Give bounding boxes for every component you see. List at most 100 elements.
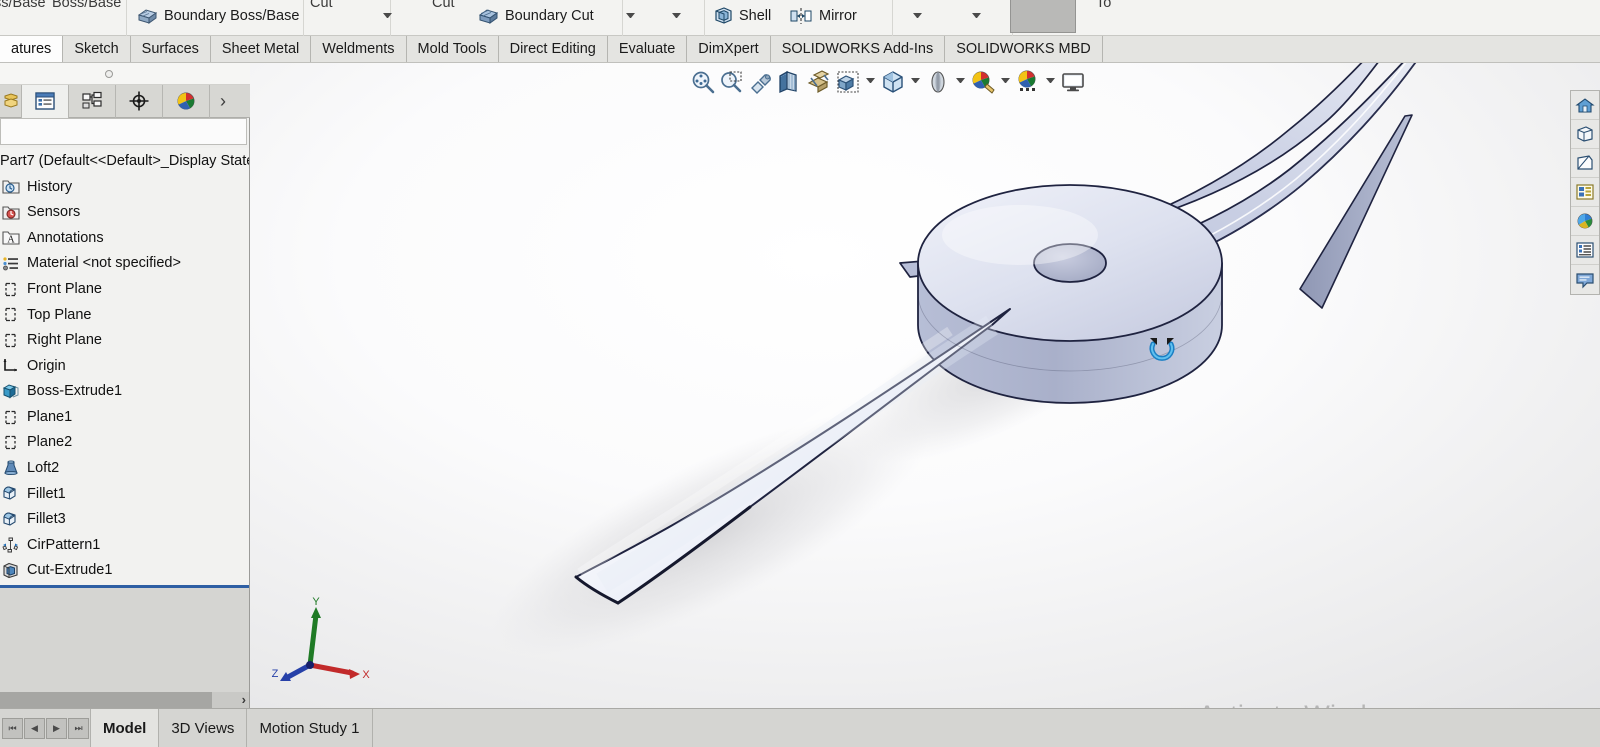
display-style-icon[interactable]: [835, 69, 861, 95]
tree-item-history-label: History: [27, 178, 73, 195]
tab-features[interactable]: atures: [0, 36, 64, 62]
display-pane-button[interactable]: [1571, 178, 1599, 207]
decals-button[interactable]: [1571, 265, 1599, 294]
tab-solidworks-mbd[interactable]: SOLIDWORKS MBD: [945, 36, 1103, 62]
tree-item-fillet1[interactable]: Fillet1: [0, 481, 249, 507]
tree-item-cut-extrude1[interactable]: Cut-Extrude1: [0, 558, 249, 584]
feature-manager-filter-input[interactable]: [0, 118, 247, 145]
section-view-icon[interactable]: [777, 69, 803, 95]
tree-item-right-plane[interactable]: Right Plane: [0, 328, 249, 354]
zoom-to-fit-icon[interactable]: [690, 69, 716, 95]
display-style-caret-icon[interactable]: [866, 78, 875, 87]
tab-surfaces-label: Surfaces: [141, 41, 199, 57]
triad-y-label: Y: [312, 596, 320, 608]
panel-tab-configuration-manager[interactable]: [69, 84, 116, 118]
property-manager-icon: [35, 92, 55, 110]
panel-tab-property-manager[interactable]: [22, 84, 69, 118]
graphics-viewport[interactable]: ◂ ▸: [250, 63, 1600, 708]
tree-item-history[interactable]: History: [0, 174, 249, 200]
bottom-tab-model[interactable]: Model: [90, 708, 159, 747]
flat-view-button[interactable]: [1571, 149, 1599, 178]
heads-up-view-toolbar: [690, 66, 1086, 98]
tree-item-boss-extrude1[interactable]: Boss-Extrude1: [0, 379, 249, 405]
model-3d-view[interactable]: [250, 63, 1600, 708]
dimxpert-manager-icon: [129, 91, 149, 111]
tab-sketch-label: Sketch: [74, 41, 119, 57]
panel-expand-chevron-icon[interactable]: ›: [220, 91, 226, 112]
ribbon-caret-5[interactable]: [972, 13, 981, 22]
scrollbar-thumb[interactable]: [0, 692, 212, 708]
ribbon-label-to: To: [1096, 0, 1112, 11]
panel-tab-display-manager[interactable]: [163, 84, 210, 118]
panel-tab-feature-tree[interactable]: [0, 84, 22, 118]
feature-tree-horizontal-scrollbar[interactable]: ›: [0, 692, 249, 708]
hide-show-caret-icon[interactable]: [911, 78, 920, 87]
status-bar-filler: [371, 708, 1600, 747]
view-settings-icon[interactable]: [1015, 69, 1041, 95]
boundary-cut-icon: [477, 6, 499, 26]
ribbon-caret-2[interactable]: [626, 13, 635, 22]
tab-direct-editing[interactable]: Direct Editing: [498, 36, 608, 62]
view-settings-caret-icon[interactable]: [1046, 78, 1055, 87]
bottom-tab-3d-views[interactable]: 3D Views: [158, 708, 246, 747]
tab-mold-tools[interactable]: Mold Tools: [406, 36, 499, 62]
tree-item-annotations[interactable]: A Annotations: [0, 225, 249, 251]
view-orientation-icon[interactable]: [806, 69, 832, 95]
zoom-to-area-icon[interactable]: [719, 69, 745, 95]
tree-item-plane1[interactable]: Plane1: [0, 404, 249, 430]
tab-solidworks-add-ins[interactable]: SOLIDWORKS Add-Ins: [770, 36, 946, 62]
tab-evaluate[interactable]: Evaluate: [607, 36, 688, 62]
boundary-boss-base-button[interactable]: Boundary Boss/Base: [136, 6, 299, 26]
scenes-button[interactable]: [1571, 236, 1599, 265]
fillet-icon: [3, 486, 16, 501]
tree-item-cirpattern1[interactable]: CirPattern1: [0, 532, 249, 558]
bottom-tab-motion-study-1[interactable]: Motion Study 1: [246, 708, 371, 747]
ribbon-caret-4[interactable]: [913, 13, 922, 22]
scroll-right-arrow-icon[interactable]: ›: [242, 692, 246, 708]
tab-surfaces[interactable]: Surfaces: [130, 36, 211, 62]
tree-item-loft2[interactable]: Loft2: [0, 456, 249, 482]
nav-last-button[interactable]: ⏭: [68, 717, 89, 739]
ribbon-placeholder-button[interactable]: [1010, 0, 1076, 33]
tree-item-origin-label: Origin: [27, 357, 66, 374]
tree-item-plane2[interactable]: Plane2: [0, 430, 249, 456]
home-view-button[interactable]: [1571, 91, 1599, 120]
tab-sheet-metal[interactable]: Sheet Metal: [210, 36, 312, 62]
boundary-boss-base-icon: [136, 6, 158, 26]
nav-prev-button[interactable]: ◀: [24, 717, 45, 739]
shell-icon: [713, 6, 733, 26]
mirror-button[interactable]: Mirror: [789, 6, 857, 26]
previous-view-icon[interactable]: [748, 69, 774, 95]
front-view-button[interactable]: [1571, 120, 1599, 149]
shell-button[interactable]: Shell: [713, 6, 771, 26]
rotate-view-cursor: [1145, 333, 1179, 367]
ribbon-caret-3[interactable]: [672, 13, 681, 22]
appearances-button[interactable]: [1571, 207, 1599, 236]
tree-item-material[interactable]: Material <not specified>: [0, 251, 249, 277]
edit-appearance-icon[interactable]: [925, 69, 951, 95]
tree-item-top-plane[interactable]: Top Plane: [0, 302, 249, 328]
hide-show-items-icon[interactable]: [880, 69, 906, 95]
tree-root-part-label[interactable]: Part7 (Default<<Default>_Display State: [0, 150, 249, 174]
triad-z-label: Z: [272, 668, 279, 680]
boundary-cut-button[interactable]: Boundary Cut: [477, 6, 594, 26]
feature-manager-splitter[interactable]: [0, 63, 250, 85]
tree-item-fillet3[interactable]: Fillet3: [0, 507, 249, 533]
motion-study-nav-buttons: ⏮ ◀ ▶ ⏭: [2, 717, 90, 739]
tab-sheet-metal-label: Sheet Metal: [221, 41, 300, 57]
nav-first-button[interactable]: ⏮: [2, 717, 23, 739]
apply-scene-icon[interactable]: [970, 69, 996, 95]
panel-tab-dimxpert-manager[interactable]: [116, 84, 163, 118]
apply-scene-caret-icon[interactable]: [1001, 78, 1010, 87]
tree-item-front-plane[interactable]: Front Plane: [0, 276, 249, 302]
edit-appearance-caret-icon[interactable]: [956, 78, 965, 87]
nav-next-button[interactable]: ▶: [46, 717, 67, 739]
ribbon-caret-1[interactable]: [383, 13, 392, 22]
tab-dimxpert[interactable]: DimXpert: [687, 36, 771, 62]
tree-item-origin[interactable]: Origin: [0, 353, 249, 379]
display-monitor-icon[interactable]: [1060, 69, 1086, 95]
plane-icon: [5, 436, 16, 450]
tab-weldments[interactable]: Weldments: [311, 36, 407, 62]
tab-sketch[interactable]: Sketch: [63, 36, 131, 62]
tree-item-sensors[interactable]: Sensors: [0, 200, 249, 226]
